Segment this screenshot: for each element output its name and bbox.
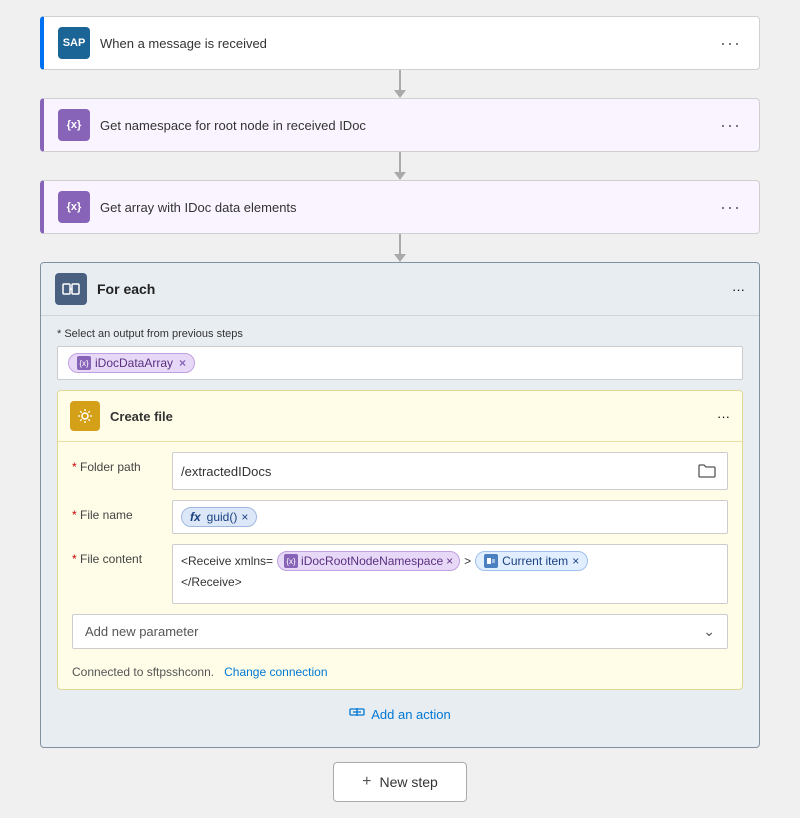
token-expr-icon: {x}	[77, 356, 91, 370]
add-param-row[interactable]: Add new parameter ⌄	[72, 614, 728, 649]
token-label: iDocDataArray	[95, 356, 173, 370]
expr-icon-2: {x}	[58, 191, 90, 223]
add-action-label: Add an action	[371, 707, 451, 722]
current-item-icon	[484, 554, 498, 568]
func-fx-icon: fx	[190, 510, 201, 524]
file-name-input[interactable]: fx guid() ×	[172, 500, 728, 534]
add-action-row[interactable]: Add an action	[57, 690, 743, 731]
connector-2	[394, 152, 406, 180]
current-item-remove[interactable]: ×	[572, 554, 579, 568]
current-item-token[interactable]: Current item ×	[475, 551, 588, 571]
create-file-icon	[70, 401, 100, 431]
file-content-row: * File content <Receive xmlns= {x} iDocR…	[72, 544, 728, 604]
step-namespace[interactable]: {x} Get namespace for root node in recei…	[40, 98, 760, 152]
file-content-label-text: File content	[77, 552, 142, 566]
file-content-input[interactable]: <Receive xmlns= {x} iDocRootNodeNamespac…	[172, 544, 728, 604]
connector-3	[394, 234, 406, 262]
content-line-2: </Receive>	[181, 575, 719, 589]
add-param-label: Add new parameter	[85, 624, 198, 639]
sap-icon: SAP	[58, 27, 90, 59]
create-file-title: Create file	[110, 409, 707, 424]
guid-token-label: guid()	[207, 510, 238, 524]
create-file-header[interactable]: Create file ···	[58, 391, 742, 442]
create-file-body: * Folder path /extractedIDocs	[58, 442, 742, 689]
foreach-header[interactable]: For each ···	[41, 263, 759, 316]
connector-1	[394, 70, 406, 98]
foreach-body: * Select an output from previous steps {…	[41, 316, 759, 747]
folder-path-label: * Folder path	[72, 452, 162, 474]
add-action-icon	[349, 704, 365, 725]
step-array-label: Get array with IDoc data elements	[100, 200, 706, 215]
output-token-input[interactable]: {x} iDocDataArray ×	[57, 346, 743, 380]
content-line-1: <Receive xmlns= {x} iDocRootNodeNamespac…	[181, 551, 719, 571]
content-separator: >	[464, 554, 471, 568]
step-sap-label: When a message is received	[100, 36, 706, 51]
folder-path-input[interactable]: /extractedIDocs	[172, 452, 728, 490]
connection-text: Connected to sftpsshconn.	[72, 665, 214, 679]
create-file-more[interactable]: ···	[717, 409, 730, 424]
step-sap[interactable]: SAP When a message is received ···	[40, 16, 760, 70]
folder-path-value: /extractedIDocs	[181, 464, 695, 479]
select-output-field: * Select an output from previous steps {…	[57, 328, 743, 380]
step-namespace-more[interactable]: ···	[716, 111, 745, 140]
namespace-token[interactable]: {x} iDocRootNodeNamespace ×	[277, 551, 460, 571]
content-suffix: </Receive>	[181, 575, 242, 589]
guid-token-remove[interactable]: ×	[241, 510, 248, 524]
folder-browse-icon[interactable]	[695, 459, 719, 483]
step-namespace-label: Get namespace for root node in received …	[100, 118, 706, 133]
create-file-block: Create file ··· * Folder path /extracted…	[57, 390, 743, 690]
namespace-token-label: iDocRootNodeNamespace	[301, 554, 443, 568]
expr-token-icon: {x}	[284, 554, 298, 568]
new-step-label: New step	[379, 774, 437, 790]
chevron-down-icon: ⌄	[703, 623, 715, 640]
foreach-container: For each ··· * Select an output from pre…	[40, 262, 760, 748]
new-step-button[interactable]: + New step	[333, 762, 467, 802]
foreach-more[interactable]: ···	[732, 282, 745, 297]
select-output-label: * Select an output from previous steps	[57, 328, 743, 340]
foreach-title: For each	[97, 281, 722, 297]
folder-path-row: * Folder path /extractedIDocs	[72, 452, 728, 490]
folder-path-label-text: Folder path	[80, 460, 141, 474]
guid-token[interactable]: fx guid() ×	[181, 507, 257, 527]
file-content-label: * File content	[72, 544, 162, 566]
step-array-more[interactable]: ···	[716, 193, 745, 222]
connection-row: Connected to sftpsshconn. Change connect…	[72, 659, 728, 679]
namespace-token-remove[interactable]: ×	[446, 554, 453, 568]
idoc-array-token[interactable]: {x} iDocDataArray ×	[68, 353, 195, 373]
token-remove[interactable]: ×	[179, 356, 186, 370]
foreach-icon	[55, 273, 87, 305]
file-name-row: * File name fx guid() ×	[72, 500, 728, 534]
file-name-label-text: File name	[77, 508, 133, 522]
content-prefix: <Receive xmlns=	[181, 554, 273, 568]
expr-icon-1: {x}	[58, 109, 90, 141]
step-sap-more[interactable]: ···	[716, 29, 745, 58]
current-item-label: Current item	[502, 554, 568, 568]
workflow-canvas: SAP When a message is received ··· {x} G…	[40, 16, 760, 802]
step-array[interactable]: {x} Get array with IDoc data elements ··…	[40, 180, 760, 234]
new-step-plus-icon: +	[362, 773, 371, 791]
change-connection-link[interactable]: Change connection	[224, 665, 327, 679]
file-name-label: * File name	[72, 500, 162, 522]
